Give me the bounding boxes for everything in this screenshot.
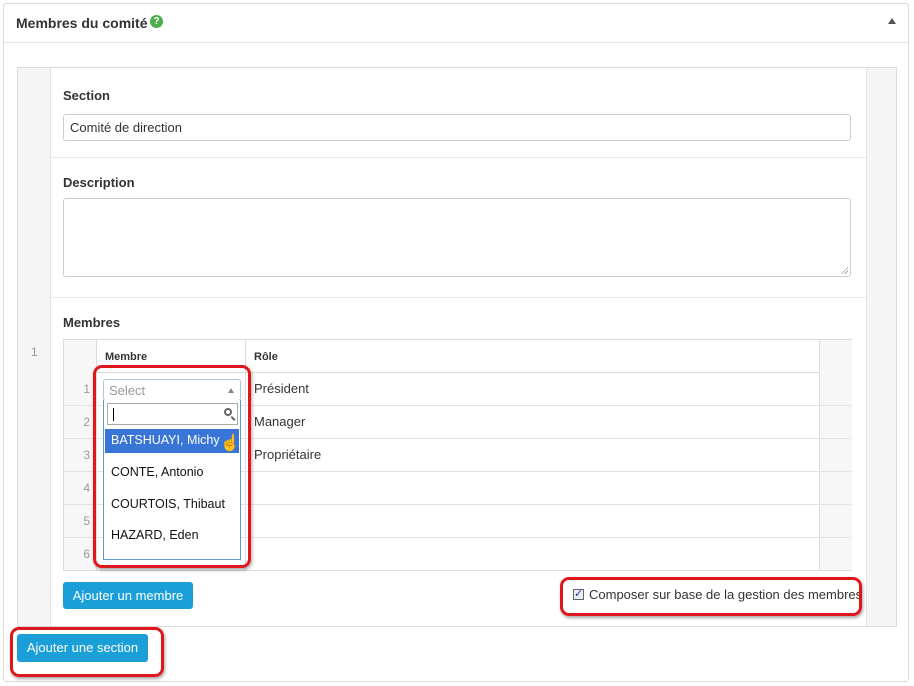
description-textarea[interactable] [63,198,851,277]
row-number: 6 [83,547,90,561]
row-number: 1 [83,382,90,396]
dropdown-option[interactable]: COURTOIS, Thibaut [105,493,239,517]
text-cursor [113,408,114,421]
row-number: 5 [83,514,90,528]
panel-title: Membres du comité [16,15,148,31]
member-dropdown: BATSHUAYI, Michy ☝ CONTE, Antonio COURTO… [103,400,241,560]
section-row: Section Comité de direction Description … [50,68,867,626]
search-icon [224,408,232,416]
compose-checkbox-row[interactable]: Composer sur base de la gestion des memb… [573,587,862,602]
column-header-role: Rôle [246,340,819,373]
help-icon[interactable]: ? [150,15,163,28]
resize-handle-icon[interactable] [840,266,848,274]
dropdown-option[interactable]: BATSHUAYI, Michy ☝ [105,429,239,453]
section-input[interactable]: Comité de direction [63,114,851,141]
add-member-button[interactable]: Ajouter un membre [63,582,193,609]
pointer-hand-icon: ☝ [220,435,239,452]
section-row-number: 1 [31,345,38,359]
committee-panel: Membres du comité ? 1 Section Comité de … [3,3,909,682]
role-cell[interactable]: Propriétaire [254,447,321,462]
member-select[interactable]: Select [103,379,241,401]
divider [51,297,866,298]
dropdown-option[interactable]: HAZARD, Eden [105,524,239,548]
compose-checkbox-label: Composer sur base de la gestion des memb… [589,587,863,602]
dropdown-option[interactable]: CONTE, Antonio [105,461,239,485]
member-select-placeholder: Select [109,383,146,398]
checkbox-checked-icon[interactable] [573,587,584,600]
column-header-membre: Membre [97,340,245,373]
members-label: Membres [63,315,121,330]
role-cell[interactable]: Manager [254,414,305,429]
role-cell[interactable]: Président [254,381,309,396]
members-table: Membre Rôle 1 Président 2 Manager 3 Prop… [63,339,852,571]
row-number: 3 [83,448,90,462]
divider [51,157,866,158]
chevron-up-icon [228,388,234,393]
description-label: Description [63,175,135,190]
collapse-icon[interactable] [888,18,896,24]
member-search-input[interactable] [107,403,238,425]
row-number: 2 [83,415,90,429]
section-label: Section [63,88,110,103]
section-repeater: 1 Section Comité de direction Descriptio… [17,67,897,627]
panel-header: Membres du comité ? [4,4,908,43]
row-number: 4 [83,481,90,495]
add-section-button[interactable]: Ajouter une section [17,634,148,662]
